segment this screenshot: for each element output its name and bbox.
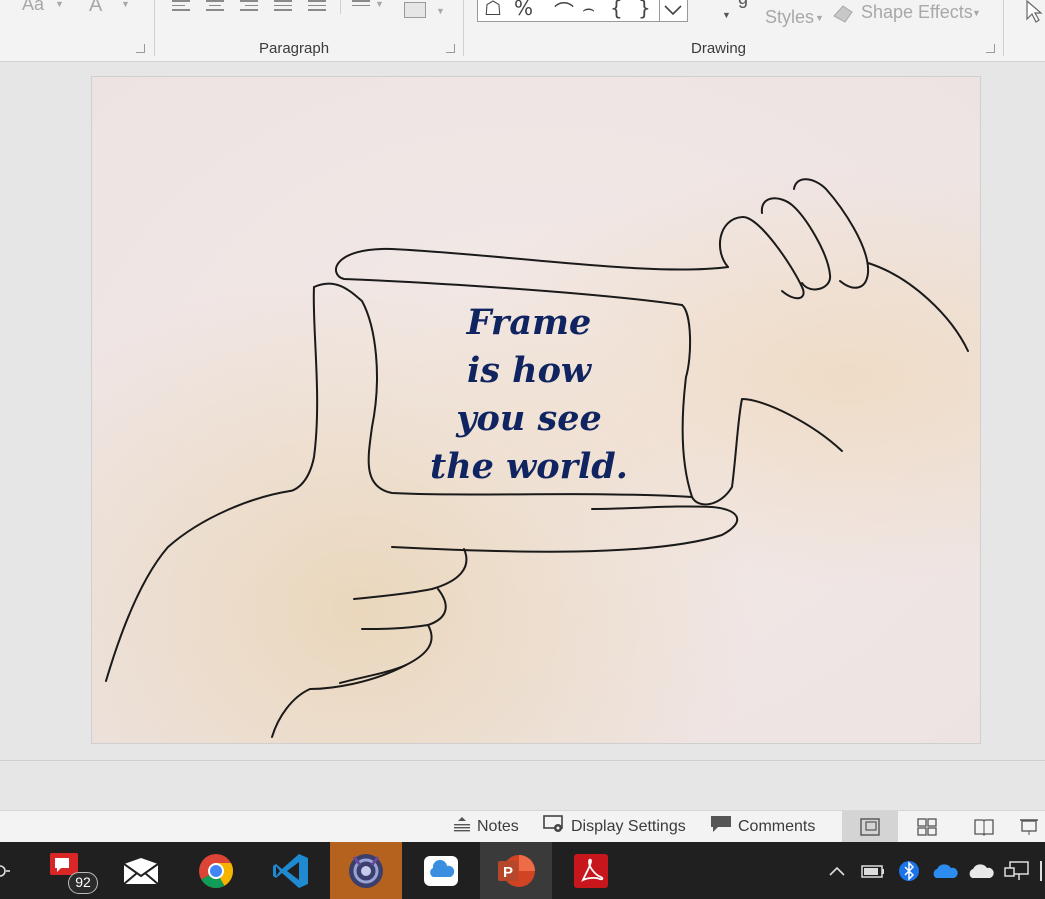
group-separator bbox=[463, 0, 464, 56]
comments-label: Comments bbox=[738, 817, 816, 835]
align-center-icon[interactable] bbox=[206, 0, 224, 12]
columns-icon[interactable] bbox=[308, 0, 326, 12]
notification-badge: 92 bbox=[68, 872, 98, 894]
onedrive-icon[interactable] bbox=[930, 842, 960, 899]
notes-label: Notes bbox=[477, 817, 519, 835]
align-text-dropdown-icon[interactable]: ▼ bbox=[375, 0, 384, 9]
chevron-up-icon bbox=[829, 866, 845, 876]
display-settings-icon bbox=[543, 814, 565, 839]
slide-sorter-view-button[interactable] bbox=[899, 811, 955, 842]
battery-tray-icon[interactable] bbox=[858, 842, 888, 899]
drawing-dialog-launcher-icon[interactable] bbox=[986, 44, 995, 53]
change-case-button[interactable]: Aa bbox=[22, 0, 44, 15]
right-brace-icon[interactable]: } bbox=[638, 0, 651, 20]
gallery-more-button[interactable] bbox=[659, 0, 687, 21]
svg-text:P: P bbox=[503, 864, 513, 881]
slide-sorter-icon bbox=[917, 817, 937, 836]
notes-button[interactable]: Notes bbox=[453, 811, 519, 842]
reading-view-button[interactable] bbox=[956, 811, 1012, 842]
smartart-dropdown-icon[interactable]: ▼ bbox=[436, 6, 445, 16]
reading-view-icon bbox=[974, 818, 994, 836]
taskbar: 92 P bbox=[0, 842, 1045, 899]
change-case-dropdown-icon[interactable]: ▼ bbox=[55, 0, 64, 9]
font-color-dropdown-icon[interactable]: ▼ bbox=[121, 0, 130, 9]
taskbar-app-chrome[interactable] bbox=[180, 842, 252, 899]
shape-effects-label[interactable]: Shape Effects bbox=[861, 2, 973, 23]
quick-styles-dropdown-icon[interactable]: ▼ bbox=[815, 13, 824, 23]
quick-styles-label[interactable]: Styles bbox=[765, 7, 814, 28]
curve-shape-icon[interactable]: ⌢ bbox=[582, 0, 595, 20]
normal-view-button[interactable] bbox=[842, 811, 898, 842]
taskbar-app-vscode[interactable] bbox=[255, 842, 327, 899]
slide-text-line: you see bbox=[456, 398, 602, 439]
network-icon[interactable] bbox=[1002, 842, 1032, 899]
slide-canvas[interactable]: Frame is how you see the world. bbox=[91, 76, 981, 744]
ribbon: Aa ▼ A ▼ ▼ ▼ Paragraph ☖ % ⌒ ⌢ { } ▼ g S… bbox=[0, 0, 1045, 62]
task-view-icon[interactable] bbox=[0, 842, 14, 899]
align-left-icon[interactable] bbox=[172, 0, 190, 12]
slideshow-view-button[interactable] bbox=[1013, 811, 1045, 842]
shape-effects-icon[interactable] bbox=[831, 2, 855, 24]
select-cursor-icon[interactable] bbox=[1024, 0, 1044, 26]
onedrive-personal-icon[interactable] bbox=[966, 842, 996, 899]
shape-effects-dropdown-icon[interactable]: ▼ bbox=[972, 8, 981, 18]
smartart-icon[interactable] bbox=[404, 2, 426, 18]
shapes-gallery[interactable]: ☖ % ⌒ ⌢ { } bbox=[477, 0, 688, 25]
taskbar-app-mail[interactable] bbox=[105, 842, 177, 899]
chrome-icon bbox=[199, 853, 233, 888]
paragraph-group-label: Paragraph bbox=[259, 40, 330, 57]
taskbar-app-acrobat[interactable] bbox=[555, 842, 627, 899]
align-text-icon[interactable] bbox=[352, 0, 370, 12]
bluetooth-icon[interactable] bbox=[896, 842, 922, 899]
group-separator bbox=[1003, 0, 1004, 56]
normal-view-icon bbox=[860, 817, 880, 836]
slide-text-line: is how bbox=[466, 350, 592, 391]
slide-text-line: the world. bbox=[430, 446, 628, 487]
tray-overflow-edge[interactable] bbox=[1036, 842, 1045, 899]
font-color-button[interactable]: A bbox=[89, 0, 102, 17]
paragraph-dialog-launcher-icon[interactable] bbox=[446, 44, 455, 53]
acrobat-icon bbox=[574, 853, 608, 888]
arrange-dropdown-icon[interactable]: ▼ bbox=[722, 10, 731, 20]
taskbar-app-messaging[interactable]: 92 bbox=[30, 842, 102, 899]
group-separator bbox=[154, 0, 155, 56]
notes-icon bbox=[453, 816, 471, 837]
taskbar-app-media[interactable] bbox=[330, 842, 402, 899]
arc-shape-icon[interactable]: ⌒ bbox=[554, 0, 574, 25]
media-app-icon bbox=[349, 853, 383, 888]
taskbar-app-powerpoint[interactable]: P bbox=[480, 842, 552, 899]
slide-text-line: Frame bbox=[466, 302, 592, 343]
justify-icon[interactable] bbox=[274, 0, 292, 12]
taskbar-app-icloud[interactable] bbox=[405, 842, 477, 899]
powerpoint-icon: P bbox=[498, 854, 535, 887]
show-hidden-icons-button[interactable] bbox=[826, 842, 848, 899]
font-dialog-launcher-icon[interactable] bbox=[136, 44, 145, 53]
scribble-shape-icon[interactable]: % bbox=[514, 0, 533, 20]
mail-icon bbox=[123, 857, 159, 885]
display-settings-button[interactable]: Display Settings bbox=[543, 811, 686, 842]
align-right-icon[interactable] bbox=[240, 0, 258, 12]
comments-button[interactable]: Comments bbox=[710, 811, 815, 842]
status-bar: Notes Display Settings Comments bbox=[0, 810, 1045, 842]
left-brace-icon[interactable]: { bbox=[610, 0, 623, 20]
arrange-label-fragment: g bbox=[738, 0, 748, 9]
notes-pane-divider[interactable] bbox=[0, 760, 1045, 761]
comment-icon bbox=[710, 815, 732, 838]
drawing-group-label: Drawing bbox=[691, 40, 747, 57]
freeform-shape-icon[interactable]: ☖ bbox=[484, 0, 502, 20]
icloud-icon bbox=[424, 855, 458, 886]
slideshow-icon bbox=[1020, 818, 1038, 835]
separator bbox=[340, 0, 341, 14]
display-settings-label: Display Settings bbox=[571, 817, 686, 835]
slide-text-box[interactable]: Frame is how you see the world. bbox=[404, 299, 654, 491]
vscode-icon bbox=[273, 853, 308, 888]
